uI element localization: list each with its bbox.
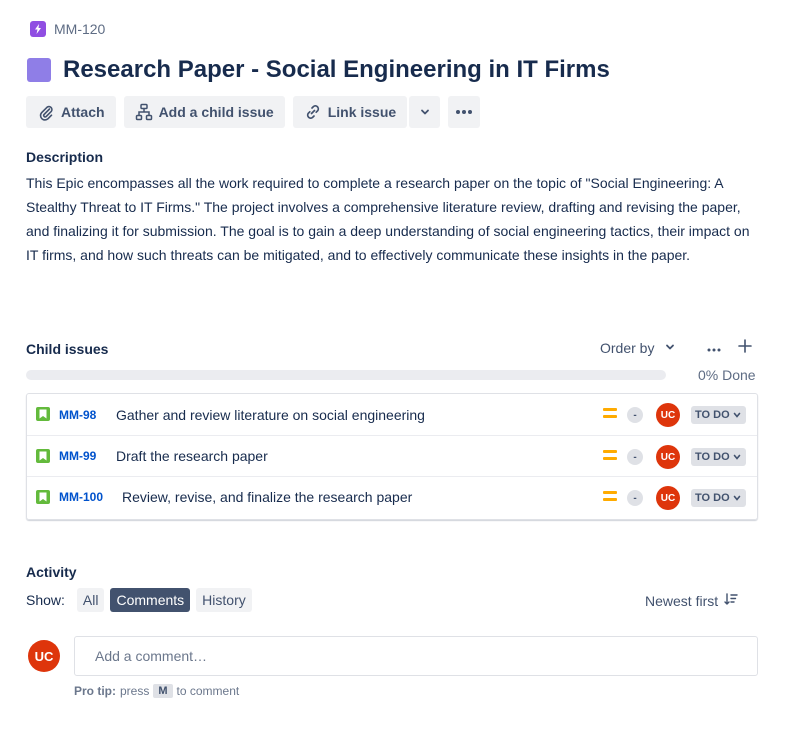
chevron-down-icon (733, 454, 740, 460)
protip-press: press (120, 684, 150, 698)
link-issue-button[interactable]: Link issue (292, 96, 408, 128)
more-actions-button[interactable] (448, 96, 481, 128)
comment-input[interactable]: Add a comment… (74, 636, 758, 676)
keyboard-shortcut-key: M (153, 684, 173, 698)
child-issues-heading: Child issues (26, 341, 109, 357)
attach-button[interactable]: Attach (26, 96, 116, 128)
child-issue-key[interactable]: MM-100 (59, 490, 103, 504)
assignee-avatar[interactable]: UC (656, 403, 680, 427)
add-child-issue-button[interactable]: Add a child issue (123, 96, 285, 128)
child-issue-key[interactable]: MM-98 (59, 408, 96, 422)
assignee-avatar[interactable]: UC (656, 486, 680, 510)
chevron-down-icon (733, 495, 740, 501)
attach-label: Attach (61, 104, 105, 120)
chevron-down-icon (419, 106, 431, 118)
child-issues-more-icon[interactable] (707, 339, 721, 355)
child-issues-list: MM-98 Gather and review literature on so… (26, 393, 758, 520)
sort-descending-icon (724, 592, 738, 609)
status-label: TO DO (695, 409, 730, 421)
filter-all-button[interactable]: All (76, 588, 105, 612)
issue-key[interactable]: MM-120 (54, 21, 105, 37)
sort-label: Newest first (645, 592, 719, 609)
child-issue-summary[interactable]: Review, revise, and finalize the researc… (122, 489, 412, 505)
assignee-avatar[interactable]: UC (656, 445, 680, 469)
protip-suffix: to comment (176, 684, 240, 698)
issue-breadcrumb: MM-120 (30, 21, 105, 37)
activity-filter-bar: Show: All Comments History (26, 588, 252, 612)
status-dropdown[interactable]: TO DO (691, 406, 746, 424)
show-label: Show: (26, 592, 65, 608)
estimate-badge: - (627, 490, 643, 506)
priority-medium-icon (603, 450, 617, 462)
more-icon (455, 109, 473, 115)
status-dropdown[interactable]: TO DO (691, 489, 746, 507)
filter-comments-button[interactable]: Comments (110, 588, 191, 612)
issue-toolbar: Attach Add a child issue Link issue (26, 96, 481, 128)
description-heading: Description (26, 149, 104, 165)
current-user-avatar[interactable]: UC (28, 640, 60, 672)
chevron-down-icon (664, 340, 676, 356)
status-label: TO DO (695, 492, 730, 504)
issue-header: Research Paper - Social Engineering in I… (27, 56, 610, 84)
epic-color-swatch (27, 58, 51, 82)
priority-medium-icon (603, 408, 617, 420)
issue-title[interactable]: Research Paper - Social Engineering in I… (63, 56, 610, 84)
add-child-label: Add a child issue (158, 104, 274, 120)
order-by-dropdown[interactable]: Order by (600, 340, 676, 356)
child-issue-summary[interactable]: Draft the research paper (116, 448, 268, 464)
child-issue-row[interactable]: MM-100 Review, revise, and finalize the … (27, 476, 757, 517)
hierarchy-icon (135, 103, 153, 121)
story-icon (36, 490, 50, 504)
priority-medium-icon (603, 491, 617, 503)
child-issues-progress-bar (26, 370, 666, 380)
description-body[interactable]: This Epic encompasses all the work requi… (26, 171, 756, 267)
link-icon (304, 103, 322, 121)
filter-history-button[interactable]: History (196, 588, 252, 612)
child-issue-key[interactable]: MM-99 (59, 449, 96, 463)
estimate-badge: - (627, 407, 643, 423)
sort-order-button[interactable]: Newest first (645, 592, 738, 609)
child-issue-row[interactable]: MM-99 Draft the research paper - UC TO D… (27, 435, 757, 476)
progress-label: 0% Done (698, 367, 756, 383)
estimate-badge: - (627, 449, 643, 465)
child-issue-summary[interactable]: Gather and review literature on social e… (116, 407, 425, 423)
pro-tip: Pro tip: press M to comment (74, 684, 239, 698)
link-issue-dropdown-button[interactable] (409, 96, 441, 128)
story-icon (36, 449, 50, 463)
link-issue-label: Link issue (327, 104, 397, 120)
paperclip-icon (37, 103, 55, 121)
status-dropdown[interactable]: TO DO (691, 448, 746, 466)
order-by-label: Order by (600, 340, 655, 356)
activity-heading: Activity (26, 564, 77, 580)
add-child-plus-icon[interactable] (737, 338, 753, 358)
story-icon (36, 407, 50, 421)
lightning-icon (30, 21, 46, 37)
child-issue-row[interactable]: MM-98 Gather and review literature on so… (27, 394, 757, 435)
protip-label: Pro tip: (74, 684, 116, 698)
comment-placeholder: Add a comment… (95, 648, 208, 664)
chevron-down-icon (733, 412, 740, 418)
status-label: TO DO (695, 451, 730, 463)
